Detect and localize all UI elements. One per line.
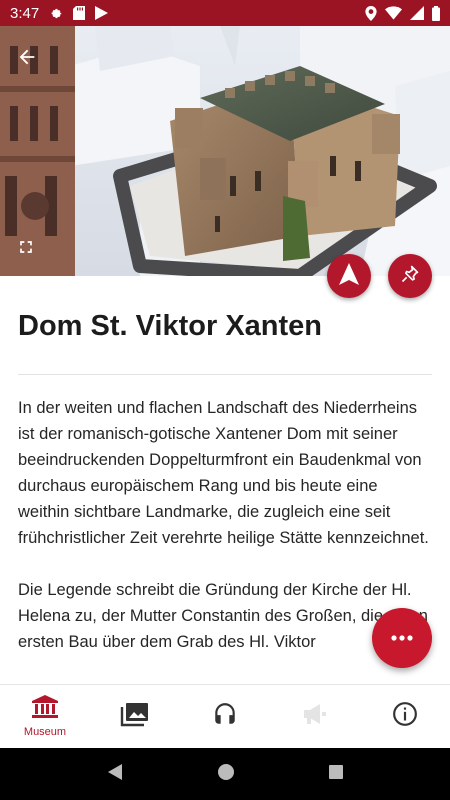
navigation-button[interactable] <box>327 254 371 298</box>
museum-icon <box>32 695 58 724</box>
system-navigation-bar <box>0 748 450 800</box>
nav-item-info[interactable] <box>360 685 450 748</box>
gear-icon <box>49 6 63 20</box>
more-horizontal-icon <box>390 629 414 647</box>
recents-square-icon[interactable] <box>328 764 344 785</box>
nav-item-audio[interactable] <box>180 685 270 748</box>
back-button[interactable] <box>10 42 44 76</box>
divider <box>18 374 432 375</box>
bottom-navigation: Museum <box>0 684 450 748</box>
status-time: 3:47 <box>10 4 40 22</box>
more-button[interactable] <box>372 608 432 668</box>
pin-icon <box>400 264 420 289</box>
nav-item-announcements <box>270 685 360 748</box>
castle-model-image <box>0 26 450 276</box>
paragraph: In der weiten und flachen Landschaft des… <box>18 399 429 547</box>
paragraph: Die Legende schreibt die Gründung der Ki… <box>18 581 428 651</box>
sd-card-icon <box>73 6 86 20</box>
nav-item-museum[interactable]: Museum <box>0 685 90 748</box>
wifi-icon <box>385 6 402 20</box>
arrow-back-icon <box>16 46 38 73</box>
hero-image <box>0 26 450 276</box>
home-circle-icon[interactable] <box>217 763 235 786</box>
pin-button[interactable] <box>388 254 432 298</box>
nav-label-museum: Museum <box>23 726 67 738</box>
fullscreen-icon <box>16 237 36 262</box>
status-bar: 3:47 <box>0 0 450 26</box>
page-title: Dom St. Viktor Xanten <box>18 310 323 342</box>
info-icon <box>392 701 418 732</box>
play-store-icon <box>95 6 109 20</box>
nav-item-gallery[interactable] <box>90 685 180 748</box>
megaphone-icon <box>302 702 328 731</box>
signal-icon <box>410 6 424 20</box>
fullscreen-button[interactable] <box>12 235 40 263</box>
headphones-icon <box>212 701 238 732</box>
location-icon <box>365 5 377 21</box>
navigation-arrow-icon <box>339 262 359 290</box>
gallery-icon <box>120 701 150 732</box>
back-triangle-icon[interactable] <box>106 763 124 786</box>
battery-icon <box>432 5 440 21</box>
